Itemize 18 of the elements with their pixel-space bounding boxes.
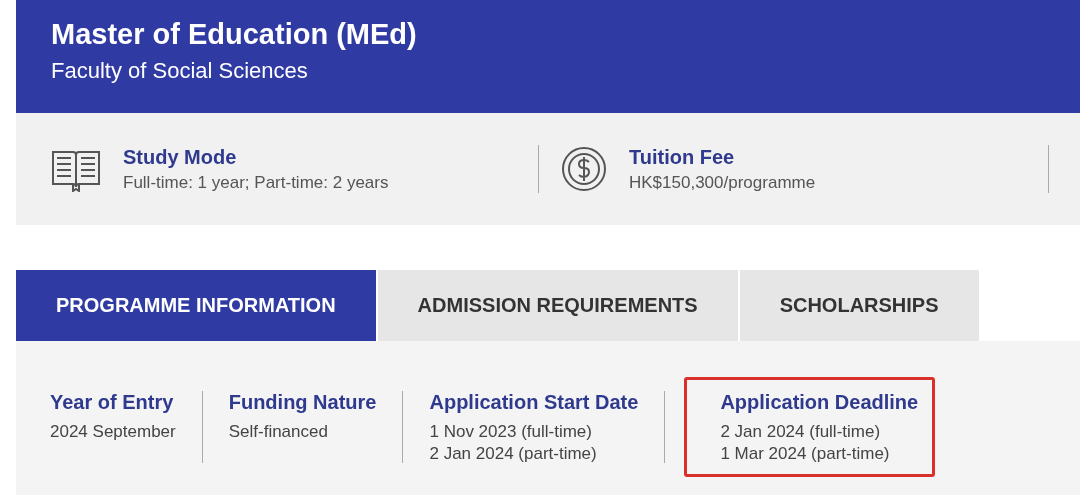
highlight-label: Study Mode	[123, 145, 238, 169]
fact-label: Funding Nature	[228, 391, 377, 414]
fact-value: 2024 September	[50, 421, 176, 443]
tab[interactable]: ADMISSION REQUIREMENTS	[377, 270, 738, 341]
highlight-label: Tuition Fee	[629, 145, 736, 169]
tab[interactable]: SCHOLARSHIPS	[739, 270, 979, 341]
fact-value: 2 Jan 2024 (full-time) 1 Mar 2024 (part-time)	[720, 421, 891, 465]
tab[interactable]: PROGRAMME INFORMATION	[16, 270, 376, 341]
dollar-coin-icon	[561, 146, 607, 192]
highlight-value: Full-time: 1 year; Part-time: 2 years	[123, 172, 389, 193]
fact-value: 1 Nov 2023 (full-time) 2 Jan 2024 (part-time)	[429, 421, 598, 465]
faculty-name: Faculty of Social Sciences	[51, 58, 309, 84]
fact-label: Application Deadline	[720, 391, 919, 414]
highlight-value: HK$150,300/programme	[629, 172, 816, 193]
fact-label: Year of Entry	[50, 391, 175, 414]
fact-label: Application Start Date	[429, 391, 639, 414]
fact-value: Self-financed	[228, 421, 329, 443]
programme-title: Master of Education (MEd)	[51, 18, 418, 51]
